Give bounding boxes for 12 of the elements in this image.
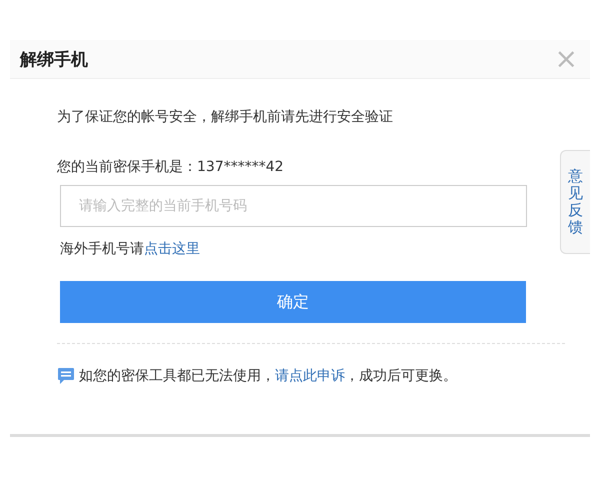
overseas-link[interactable]: 点击这里: [144, 241, 200, 257]
overseas-text: 海外手机号请点击这里: [60, 240, 201, 259]
feedback-tab[interactable]: 意见反馈: [560, 150, 590, 254]
phone-number: 137******42: [197, 159, 284, 175]
message-icon: [57, 367, 75, 385]
phone-label: 您的当前密保手机是：: [57, 159, 197, 175]
dialog-title: 解绑手机: [20, 48, 88, 70]
appeal-link[interactable]: 请点此申诉: [275, 368, 345, 384]
confirm-button[interactable]: 确定: [60, 281, 526, 323]
appeal-text: 如您的密保工具都已无法使用，请点此申诉，成功后可更换。: [79, 367, 457, 386]
intro-text: 为了保证您的帐号安全，解绑手机前请先进行安全验证: [57, 108, 394, 127]
phone-input-field[interactable]: 请输入完整的当前手机号码: [60, 185, 527, 227]
